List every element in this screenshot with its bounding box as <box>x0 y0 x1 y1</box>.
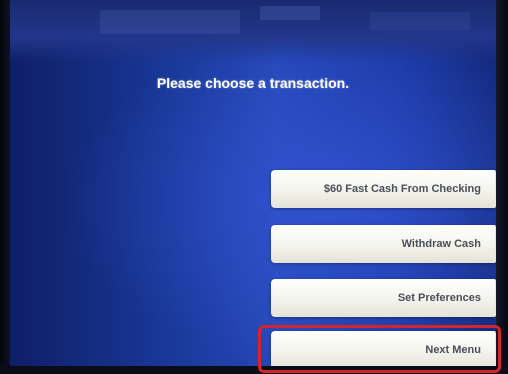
fast-cash-button[interactable]: $60 Fast Cash From Checking <box>271 170 496 208</box>
set-preferences-label: Set Preferences <box>397 292 481 304</box>
chevron-right-icon <box>495 331 496 366</box>
page-title: Please choose a transaction. <box>156 75 350 91</box>
banner-glare <box>100 10 240 34</box>
withdraw-cash-label: Withdraw Cash <box>401 238 481 250</box>
atm-screen: Please choose a transaction. $60 Fast Ca… <box>10 0 496 366</box>
set-preferences-button[interactable]: Set Preferences <box>271 279 496 317</box>
chevron-right-icon <box>495 225 496 263</box>
withdraw-cash-button[interactable]: Withdraw Cash <box>271 225 496 263</box>
next-menu-button[interactable]: Next Menu <box>271 331 496 366</box>
banner-glare <box>260 6 320 20</box>
top-banner <box>10 0 496 62</box>
bezel-right <box>494 0 508 374</box>
chevron-right-icon <box>495 170 496 208</box>
banner-glare <box>370 12 470 30</box>
next-menu-label: Next Menu <box>425 344 481 356</box>
fast-cash-label: $60 Fast Cash From Checking <box>323 183 481 195</box>
chevron-right-icon <box>495 279 496 317</box>
